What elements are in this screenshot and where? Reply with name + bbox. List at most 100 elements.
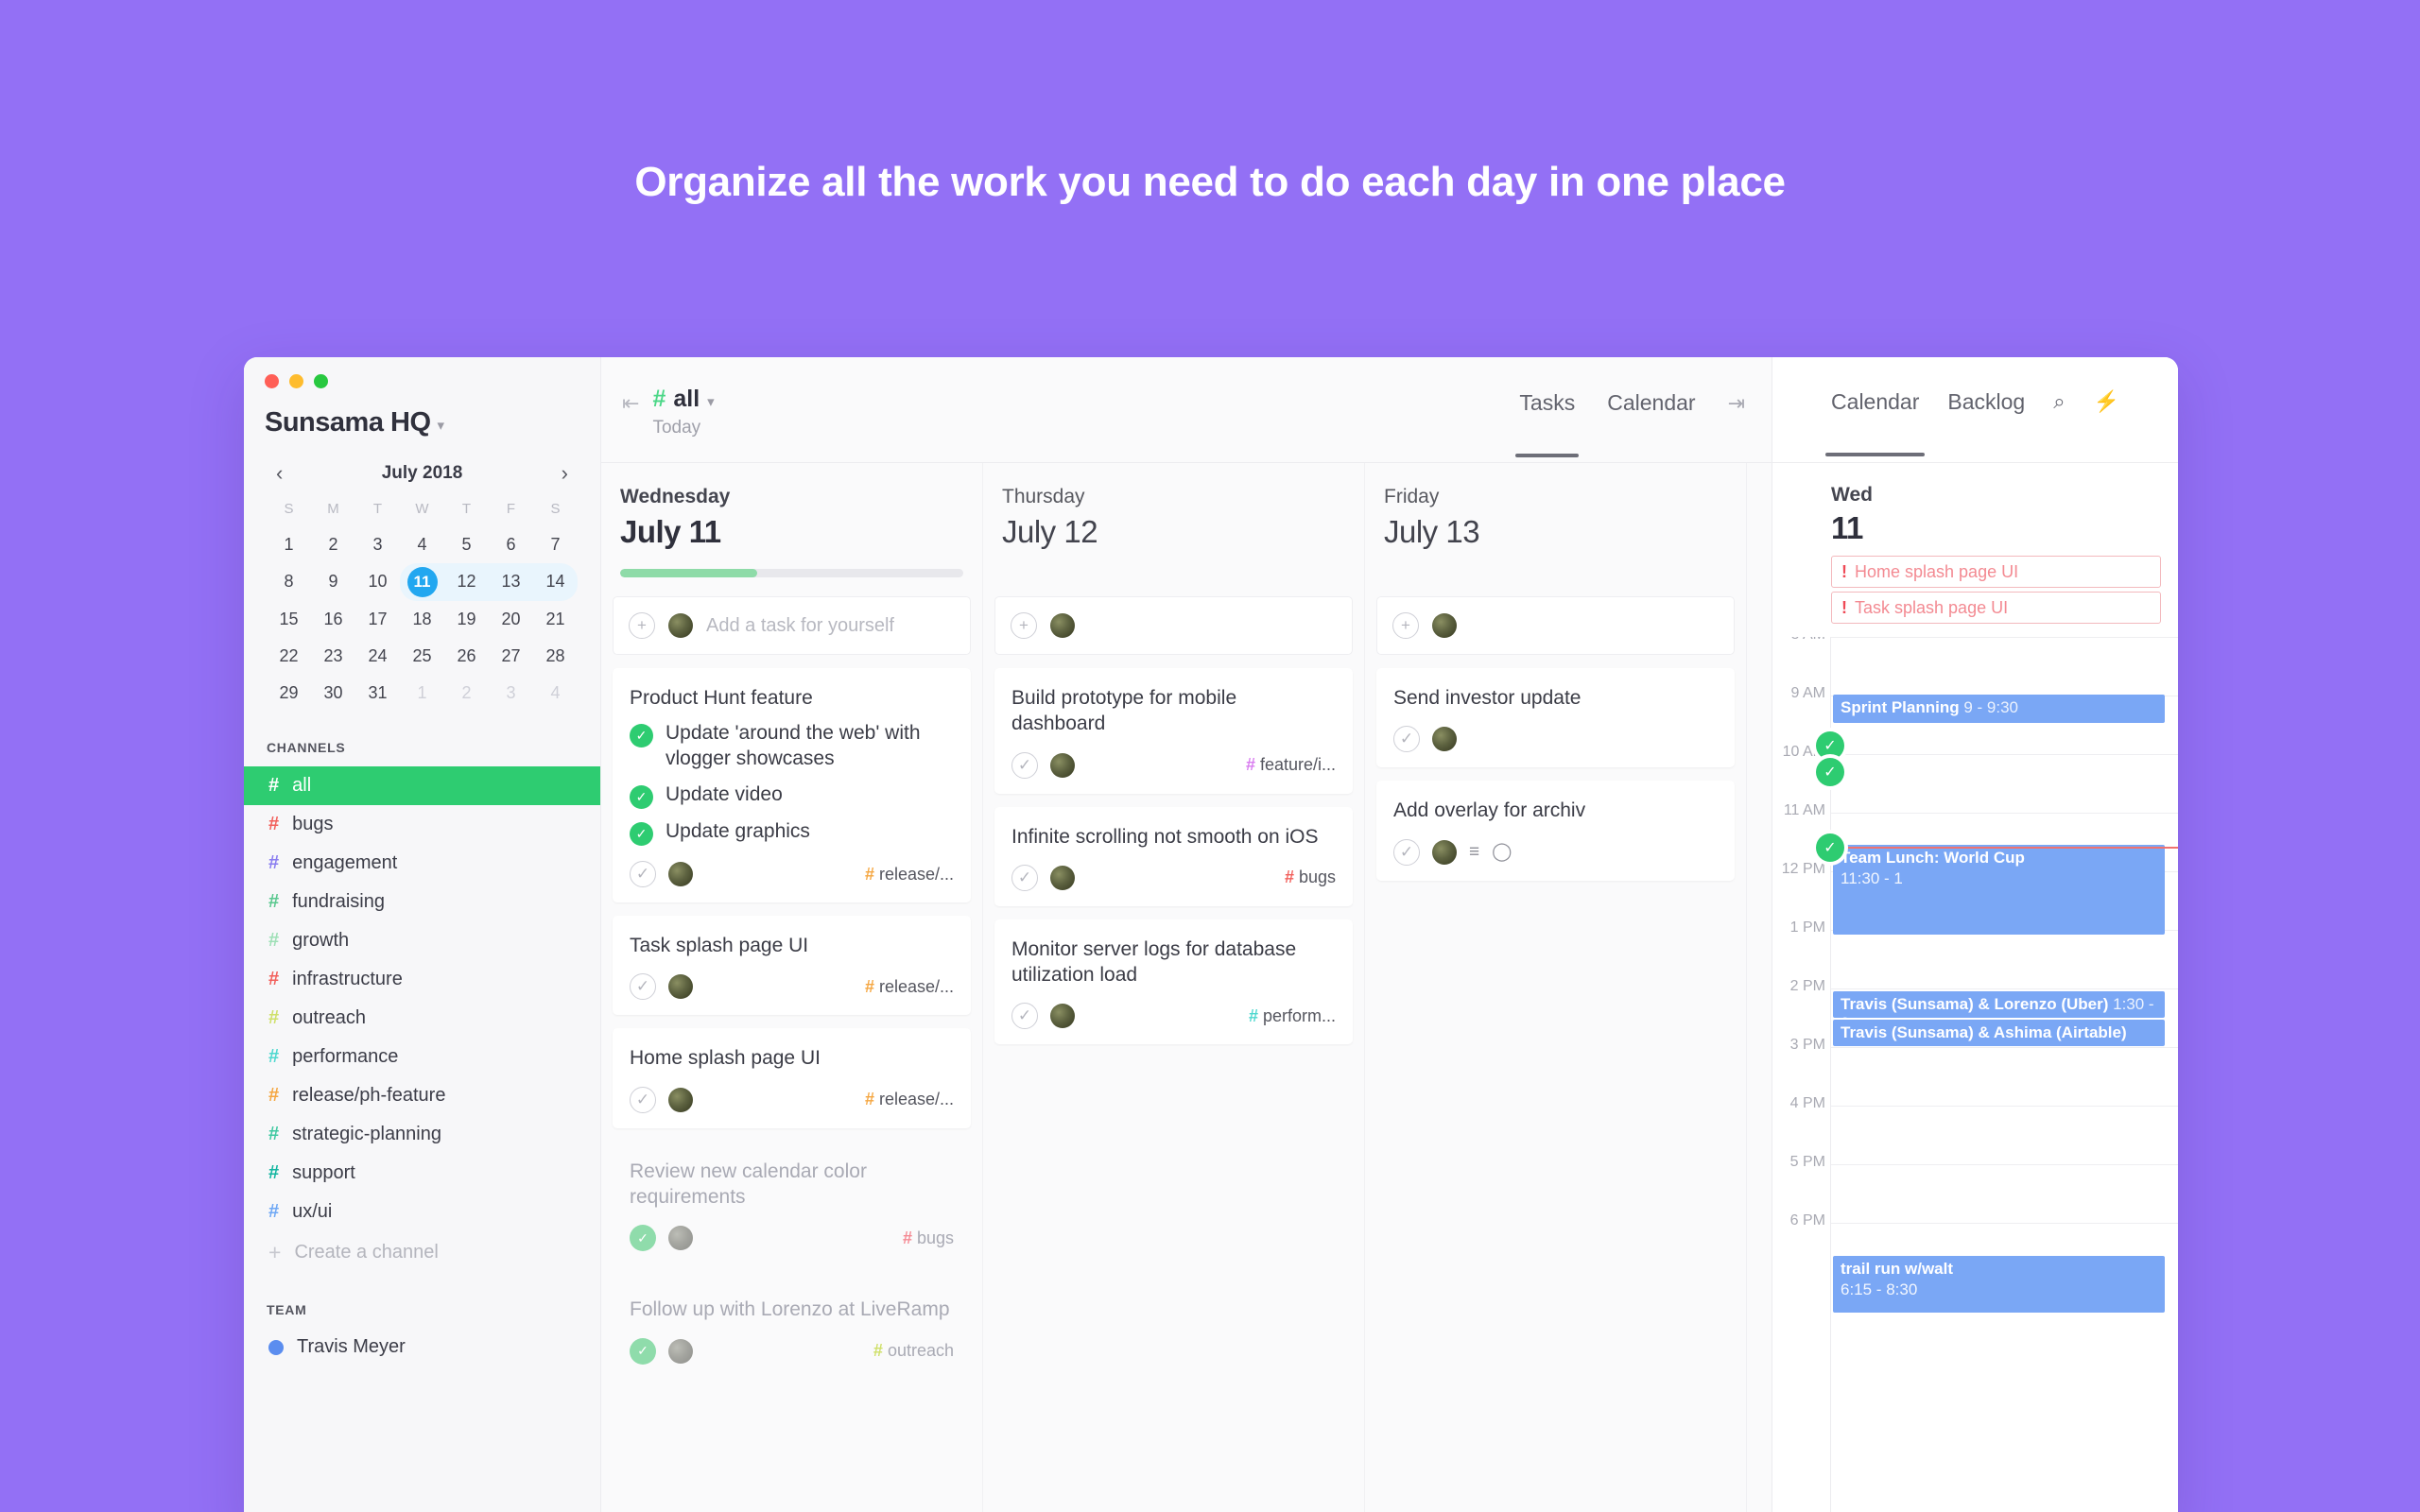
task-card[interactable]: Build prototype for mobile dashboard ✓ # fe…	[994, 668, 1353, 794]
mini-calendar-day[interactable]: 13	[489, 563, 533, 601]
task-card[interactable]: Task splash page UI ✓ # release/...	[613, 916, 971, 1016]
mini-calendar-day[interactable]: 21	[533, 601, 578, 638]
task-complete-checkbox[interactable]: ✓	[1011, 1003, 1038, 1030]
calendar-hour-row[interactable]: 3 PM	[1772, 1037, 2178, 1106]
sidebar-channel-outreach[interactable]: # outreach	[244, 999, 600, 1038]
tab-tasks[interactable]: Tasks	[1515, 390, 1580, 457]
task-card[interactable]: Infinite scrolling not smooth on iOS ✓ # bu…	[994, 806, 1353, 906]
task-complete-checkbox[interactable]: ✓	[630, 861, 656, 888]
calendar-event[interactable]: Team Lunch: World Cup 11:30 - 1	[1833, 845, 2165, 935]
calendar-hour-row[interactable]: 1 PM	[1772, 919, 2178, 988]
task-channel-tag[interactable]: # bugs	[1285, 868, 1336, 887]
calendar-event[interactable]: Sprint Planning 9 - 9:30	[1833, 695, 2165, 723]
sidebar-channel-ux-ui[interactable]: # ux/ui	[244, 1193, 600, 1231]
task-complete-checkbox[interactable]: ✓	[630, 973, 656, 1001]
add-task-row[interactable]: +	[1376, 596, 1735, 655]
add-task-row[interactable]: +	[994, 596, 1353, 655]
mini-calendar-day[interactable]: 1	[400, 675, 444, 712]
mini-calendar-day[interactable]: 23	[311, 638, 355, 675]
create-channel-button[interactable]: + Create a channel	[244, 1231, 600, 1274]
task-complete-checkbox[interactable]: ✓	[1011, 864, 1038, 891]
task-card[interactable]: Add overlay for archiv ✓ ≡ ◯	[1376, 781, 1735, 881]
chevron-down-icon[interactable]: ▾	[707, 393, 715, 410]
mini-calendar-day[interactable]: 4	[533, 675, 578, 712]
mini-calendar-day[interactable]: 15	[267, 601, 311, 638]
all-day-event[interactable]: ! Home splash page UI	[1831, 556, 2161, 588]
mini-calendar-day[interactable]: 31	[355, 675, 400, 712]
sidebar-channel-fundraising[interactable]: # fundraising	[244, 883, 600, 921]
calendar-task-checkmark[interactable]: ✓	[1816, 833, 1844, 862]
next-month-button[interactable]: ›	[562, 463, 568, 484]
sidebar-channel-bugs[interactable]: # bugs	[244, 805, 600, 844]
mini-calendar-day[interactable]: 1	[267, 526, 311, 563]
calendar-hour-row[interactable]: 8 AM	[1772, 637, 2178, 696]
calendar-hour-row[interactable]: 4 PM	[1772, 1095, 2178, 1164]
mini-calendar-day[interactable]: 27	[489, 638, 533, 675]
mini-calendar-day[interactable]: 4	[400, 526, 444, 563]
all-day-event[interactable]: ! Task splash page UI	[1831, 592, 2161, 624]
sidebar-channel-performance[interactable]: # performance	[244, 1038, 600, 1076]
mini-calendar-day[interactable]: 14	[533, 563, 578, 601]
mini-calendar-day[interactable]: 7	[533, 526, 578, 563]
mini-calendar-day[interactable]: 2	[311, 526, 355, 563]
maximize-button[interactable]	[314, 374, 328, 388]
expand-panel-icon[interactable]: ⇥	[1728, 391, 1745, 450]
subtask-row[interactable]: ✓ Update graphics	[630, 819, 954, 847]
task-complete-checkbox[interactable]: ✓	[1393, 726, 1420, 753]
sidebar-channel-growth[interactable]: # growth	[244, 921, 600, 960]
task-channel-tag[interactable]: # perform...	[1249, 1006, 1336, 1026]
plus-icon[interactable]: +	[1011, 612, 1037, 639]
sidebar-channel-engagement[interactable]: # engagement	[244, 844, 600, 883]
mini-calendar-day[interactable]: 3	[355, 526, 400, 563]
task-channel-tag[interactable]: # release/...	[865, 1090, 954, 1109]
mini-calendar-day[interactable]: 9	[311, 563, 355, 601]
mini-calendar-day[interactable]: 24	[355, 638, 400, 675]
task-card[interactable]: Home splash page UI ✓ # release/...	[613, 1028, 971, 1128]
sidebar-channel-release-ph-feature[interactable]: # release/ph-feature	[244, 1076, 600, 1115]
checkmark-icon[interactable]: ✓	[630, 822, 653, 847]
mini-calendar-day[interactable]: 8	[267, 563, 311, 601]
mini-calendar-day[interactable]: 26	[444, 638, 489, 675]
checkmark-icon[interactable]: ✓	[630, 724, 653, 748]
task-channel-tag[interactable]: # release/...	[865, 977, 954, 997]
task-card[interactable]: Follow up with Lorenzo at LiveRamp ✓ # outr…	[613, 1280, 971, 1379]
mini-calendar-day[interactable]: 29	[267, 675, 311, 712]
task-channel-tag[interactable]: # outreach	[873, 1341, 954, 1361]
mini-calendar-day[interactable]: 6	[489, 526, 533, 563]
mini-calendar-day[interactable]: 11	[400, 563, 444, 601]
calendar-task-checkmark[interactable]: ✓	[1816, 731, 1844, 760]
bolt-icon[interactable]: ⚡	[2094, 389, 2119, 414]
task-complete-checkbox[interactable]: ✓	[630, 1337, 656, 1365]
mini-calendar-day[interactable]: 2	[444, 675, 489, 712]
description-icon[interactable]: ≡	[1469, 842, 1479, 863]
calendar-event[interactable]: Travis (Sunsama) & Lorenzo (Uber) 1:30 -…	[1833, 991, 2165, 1018]
task-channel-tag[interactable]: # feature/i...	[1246, 755, 1336, 775]
mini-calendar-day[interactable]: 3	[489, 675, 533, 712]
workspace-switcher[interactable]: Sunsama HQ ▾	[244, 388, 600, 438]
mini-calendar-day[interactable]: 10	[355, 563, 400, 601]
add-task-input[interactable]: Add a task for yourself	[706, 615, 894, 637]
task-complete-checkbox[interactable]: ✓	[1393, 838, 1420, 866]
minimize-button[interactable]	[289, 374, 303, 388]
tab-calendar-right[interactable]: Calendar	[1825, 389, 1926, 456]
task-card[interactable]: Review new calendar color requirements ✓ #…	[613, 1142, 971, 1267]
task-complete-checkbox[interactable]: ✓	[630, 1086, 656, 1113]
task-card[interactable]: Product Hunt feature ✓ Update 'around the …	[613, 668, 971, 903]
plus-icon[interactable]: +	[1392, 612, 1419, 639]
close-button[interactable]	[265, 374, 279, 388]
task-complete-checkbox[interactable]: ✓	[630, 1225, 656, 1252]
calendar-event[interactable]: trail run w/walt 6:15 - 8:30	[1833, 1256, 2165, 1313]
checkmark-icon[interactable]: ✓	[630, 785, 653, 810]
search-icon[interactable]: ⌕	[2053, 389, 2065, 414]
mini-calendar-day[interactable]: 25	[400, 638, 444, 675]
mini-calendar-day[interactable]: 16	[311, 601, 355, 638]
prev-month-button[interactable]: ‹	[276, 463, 283, 484]
task-channel-tag[interactable]: # bugs	[903, 1228, 954, 1248]
collapse-sidebar-icon[interactable]: ⇤	[622, 391, 639, 416]
sidebar-channel-all[interactable]: # all	[244, 766, 600, 805]
tab-calendar[interactable]: Calendar	[1607, 390, 1695, 450]
tab-backlog[interactable]: Backlog	[1947, 389, 2025, 447]
mini-calendar-day[interactable]: 22	[267, 638, 311, 675]
team-member-travis-meyer[interactable]: Travis Meyer	[244, 1329, 600, 1366]
mini-calendar-day[interactable]: 5	[444, 526, 489, 563]
